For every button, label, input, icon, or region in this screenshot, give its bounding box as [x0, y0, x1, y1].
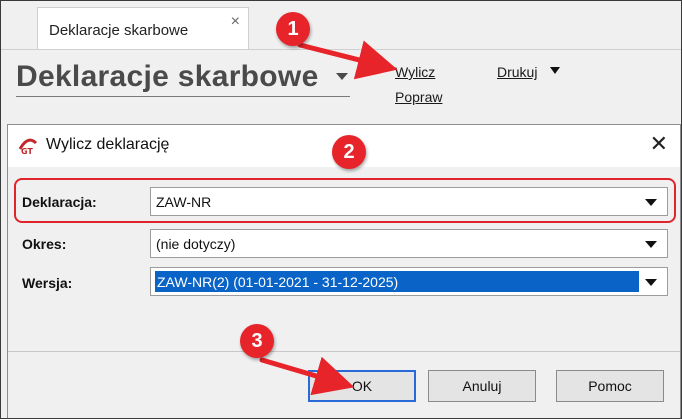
annotation-marker-3: 3 — [240, 324, 274, 358]
dialog-title: Wylicz deklarację — [46, 136, 170, 153]
deklaracja-label: Deklaracja: — [22, 194, 97, 210]
wersja-label: Wersja: — [22, 275, 73, 291]
okres-value: (nie dotyczy) — [156, 236, 236, 252]
wersja-selection-highlight: ZAW-NR(2) (01-01-2021 - 31-12-2025) — [155, 271, 639, 292]
tab-close-icon[interactable]: × — [231, 13, 240, 31]
app-logo-icon: GT — [18, 138, 38, 155]
title-dropdown-icon[interactable] — [336, 73, 348, 80]
tab-strip-divider — [0, 49, 682, 50]
wersja-select[interactable]: ZAW-NR(2) (01-01-2021 - 31-12-2025) — [150, 267, 668, 296]
ok-button[interactable]: OK — [308, 370, 416, 402]
okres-label: Okres: — [22, 236, 67, 252]
chevron-down-icon[interactable] — [645, 279, 657, 286]
tab-deklaracje-skarbowe[interactable]: Deklaracje skarbowe × — [37, 7, 249, 50]
wylicz-link[interactable]: Wylicz — [395, 64, 435, 80]
popraw-link[interactable]: Popraw — [395, 89, 442, 105]
svg-text:GT: GT — [21, 147, 33, 155]
deklaracja-select[interactable]: ZAW-NR — [150, 187, 668, 216]
cancel-button[interactable]: Anuluj — [428, 370, 536, 402]
okres-select[interactable]: (nie dotyczy) — [150, 229, 668, 258]
wersja-value: ZAW-NR(2) (01-01-2021 - 31-12-2025) — [157, 274, 399, 290]
page-title-underline — [16, 96, 350, 97]
drukuj-dropdown-icon[interactable] — [550, 67, 560, 74]
chevron-down-icon[interactable] — [645, 199, 657, 206]
chevron-down-icon[interactable] — [645, 241, 657, 248]
dialog-button-divider — [8, 351, 680, 352]
help-button[interactable]: Pomoc — [556, 370, 664, 402]
tab-label: Deklaracje skarbowe — [49, 22, 189, 39]
annotation-marker-1: 1 — [276, 12, 310, 46]
deklaracja-value: ZAW-NR — [156, 194, 212, 210]
dialog-close-icon[interactable]: ✕ — [650, 131, 668, 157]
page-title: Deklaracje skarbowe — [16, 60, 319, 93]
annotation-marker-2: 2 — [332, 135, 366, 169]
drukuj-link[interactable]: Drukuj — [497, 64, 537, 80]
